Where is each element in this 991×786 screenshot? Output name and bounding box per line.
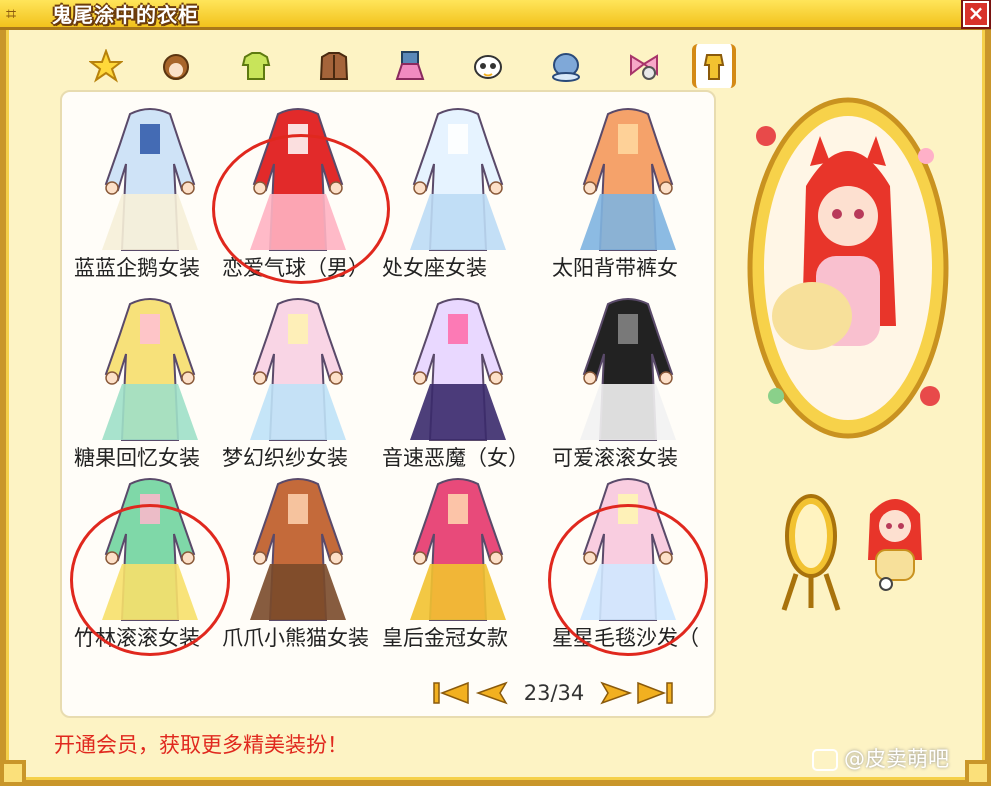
tab-full-outfits[interactable]	[692, 44, 736, 88]
outfit-item[interactable]: 糖果回忆女装	[74, 288, 222, 470]
outfit-item[interactable]: 皇后金冠女款	[382, 468, 530, 650]
outfit-grid-panel: 蓝蓝企鹅女装 恋爱气球（男） 处女座女装 太阳背带裤女 糖果回忆女装 梦幻织纱女装 音速恶魔…	[60, 90, 716, 718]
watermark-text: @皮卖萌吧	[844, 747, 949, 771]
outfit-name: 糖果回忆女装	[74, 446, 200, 470]
outfit-name: 太阳背带裤女	[552, 256, 678, 280]
star-icon	[89, 49, 123, 83]
outfit-name: 蓝蓝企鹅女装	[74, 256, 200, 280]
outfit-thumbnail	[230, 294, 366, 444]
hat-icon	[552, 53, 580, 82]
outfit-thumbnail	[390, 294, 526, 444]
outfit-item[interactable]: 处女座女装	[382, 98, 530, 280]
hair-icon	[163, 54, 189, 80]
outfit-name: 爪爪小熊猫女装	[222, 626, 369, 650]
outfit-item[interactable]: 爪爪小熊猫女装	[222, 468, 370, 650]
outfit-name: 音速恶魔（女）	[382, 446, 529, 470]
full-outfit-icon	[703, 54, 725, 80]
tab-tops[interactable]	[234, 44, 278, 88]
outfit-name: 处女座女装	[382, 256, 487, 280]
next-page-icon	[600, 681, 633, 705]
outfit-thumbnail	[560, 104, 696, 254]
outfit-item[interactable]: 梦幻织纱女装	[222, 288, 370, 470]
jacket-icon	[319, 52, 349, 80]
face-icon	[474, 55, 502, 79]
outfit-thumbnail	[82, 104, 218, 254]
prev-page-icon	[475, 681, 508, 705]
last-page-button[interactable]	[636, 680, 674, 706]
outfit-item[interactable]: 音速恶魔（女）	[382, 288, 530, 470]
mirror-icon[interactable]	[776, 490, 846, 614]
close-icon: ×	[967, 1, 985, 25]
tab-coats[interactable]	[312, 44, 356, 88]
outfit-thumbnail	[390, 474, 526, 624]
pagination: 23/34	[432, 680, 682, 706]
outfit-thumbnail	[390, 104, 526, 254]
prev-page-button[interactable]	[472, 680, 510, 706]
outfit-name: 梦幻织纱女装	[222, 446, 348, 470]
outfit-name: 可爱滚滚女装	[552, 446, 678, 470]
category-tabs	[84, 44, 764, 90]
character-avatar	[856, 484, 934, 596]
outfit-thumbnail	[82, 294, 218, 444]
close-button[interactable]: ×	[961, 0, 991, 29]
page-indicator: 23/34	[523, 681, 585, 705]
highlight-circle	[212, 134, 390, 284]
tab-faces[interactable]	[466, 44, 510, 88]
tab-favorites[interactable]	[84, 44, 128, 88]
highlight-circle	[70, 504, 230, 656]
window-title: 鬼尾涂中的衣柜	[52, 3, 199, 27]
outfit-thumbnail	[560, 294, 696, 444]
outfit-name: 皇后金冠女款	[382, 626, 508, 650]
skirt-icon	[395, 51, 425, 80]
frame-ornament-icon: ⌗	[6, 4, 17, 25]
frame-corner	[0, 760, 26, 786]
tab-bottoms[interactable]	[388, 44, 432, 88]
outfit-item[interactable]: 蓝蓝企鹅女装	[74, 98, 222, 280]
character-portrait	[746, 96, 950, 440]
first-page-button[interactable]	[432, 680, 470, 706]
vip-promo-link[interactable]: 开通会员，获取更多精美装扮！	[54, 732, 348, 758]
shirt-icon	[241, 52, 271, 80]
highlight-circle	[548, 504, 708, 656]
weibo-icon	[812, 749, 838, 771]
tab-hair[interactable]	[154, 44, 198, 88]
bow-icon	[630, 54, 658, 80]
first-page-icon	[433, 681, 469, 705]
watermark: @皮卖萌吧	[812, 744, 991, 774]
tab-accessories[interactable]	[622, 44, 666, 88]
tab-hats[interactable]	[544, 44, 588, 88]
outfit-thumbnail	[230, 474, 366, 624]
next-page-button[interactable]	[598, 680, 636, 706]
outfit-item[interactable]: 太阳背带裤女	[552, 98, 700, 280]
outfit-item[interactable]: 可爱滚滚女装	[552, 288, 700, 470]
last-page-icon	[637, 681, 673, 705]
title-bar: ⌗ 鬼尾涂中的衣柜 ×	[0, 0, 991, 30]
